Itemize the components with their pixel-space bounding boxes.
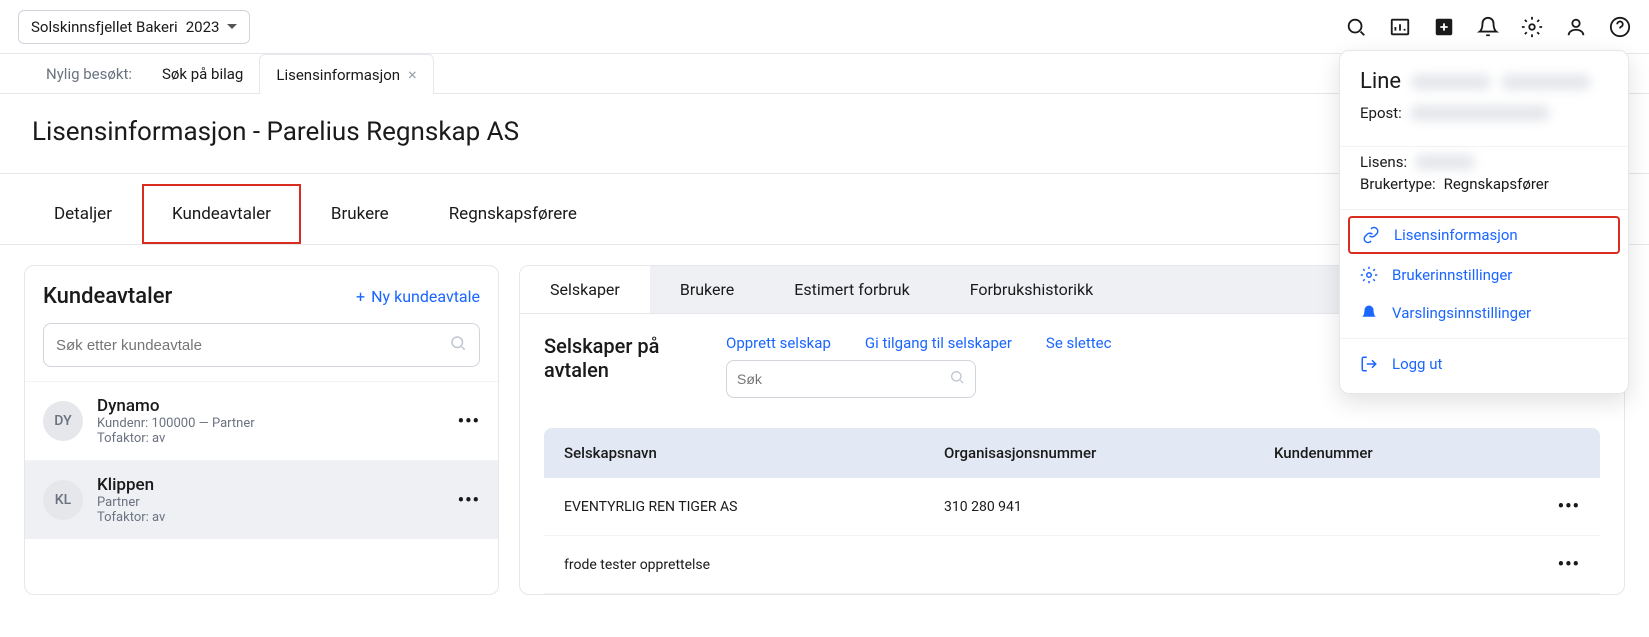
- avatar: DY: [43, 401, 83, 441]
- close-icon[interactable]: ×: [408, 65, 417, 84]
- menu-item-logout[interactable]: Logg ut: [1340, 345, 1628, 383]
- agreement-meta: Kundenr: 100000 — Partner: [97, 416, 444, 431]
- agreement-meta: Partner: [97, 495, 444, 510]
- avatar: KL: [43, 480, 83, 520]
- side-title: Kundeavtaler: [43, 284, 172, 309]
- grant-access-link[interactable]: Gi tilgang til selskaper: [865, 334, 1012, 352]
- row-more-icon[interactable]: •••: [1540, 496, 1580, 517]
- redacted: [1410, 105, 1550, 121]
- new-agreement-link[interactable]: + Ny kundeavtale: [356, 287, 480, 306]
- tab-lisensinformasjon[interactable]: Lisensinformasjon ×: [259, 54, 433, 94]
- menu-item-brukerinnstillinger[interactable]: Brukerinnstillinger: [1340, 256, 1628, 294]
- subtab-detaljer[interactable]: Detaljer: [24, 184, 142, 244]
- link-icon: [1362, 226, 1380, 244]
- menu-label: Logg ut: [1392, 355, 1442, 373]
- gear-icon: [1360, 266, 1378, 284]
- company-search-input[interactable]: [737, 371, 949, 387]
- create-company-link[interactable]: Opprett selskap: [726, 334, 831, 352]
- cell-name: frode tester opprettelse: [564, 557, 944, 573]
- inner-tab-selskaper[interactable]: Selskaper: [520, 266, 650, 313]
- bell-icon[interactable]: [1477, 16, 1499, 38]
- menu-item-varslingsinnstillinger[interactable]: Varslingsinnstillinger: [1340, 294, 1628, 332]
- company-year: 2023: [186, 18, 220, 36]
- company-name: Solskinnsfjellet Bakeri: [31, 18, 178, 36]
- user-icon[interactable]: [1565, 16, 1587, 38]
- redacted: [1411, 74, 1491, 90]
- type-label: Brukertype:: [1360, 175, 1436, 193]
- cell-name: EVENTYRLIG REN TIGER AS: [564, 499, 944, 515]
- companies-title: Selskaper på avtalen: [544, 334, 714, 382]
- bell-icon: [1360, 304, 1378, 322]
- inner-tab-estimert[interactable]: Estimert forbruk: [764, 266, 939, 313]
- table-row[interactable]: EVENTYRLIG REN TIGER AS 310 280 941 •••: [544, 478, 1600, 536]
- redacted: [1415, 154, 1475, 170]
- search-icon[interactable]: [1345, 16, 1367, 38]
- company-search[interactable]: [726, 360, 976, 398]
- agreement-name: Dynamo: [97, 396, 444, 416]
- redacted: [1501, 74, 1591, 90]
- subtab-regnskapsforere[interactable]: Regnskapsførere: [419, 184, 607, 244]
- menu-label: Lisensinformasjon: [1394, 226, 1518, 244]
- search-icon: [949, 369, 965, 389]
- user-menu: Line Epost: Lisens: Brukertype: Regnskap…: [1339, 50, 1629, 394]
- menu-label: Varslingsinnstillinger: [1392, 304, 1531, 322]
- agreement-meta: Tofaktor: av: [97, 510, 444, 525]
- agreement-search[interactable]: [43, 323, 480, 367]
- plus-icon: +: [356, 287, 365, 306]
- search-icon: [449, 334, 467, 356]
- inner-tab-historikk[interactable]: Forbrukshistorikk: [940, 266, 1124, 313]
- agreement-item[interactable]: KL Klippen Partner Tofaktor: av •••: [25, 460, 498, 539]
- col-selskapsnavn: Selskapsnavn: [564, 444, 944, 462]
- more-icon[interactable]: •••: [458, 490, 480, 511]
- user-name: Line: [1360, 69, 1401, 94]
- col-kundenr: Kundenummer: [1274, 444, 1540, 462]
- more-icon[interactable]: •••: [458, 411, 480, 432]
- chevron-down-icon: [227, 24, 237, 29]
- add-icon[interactable]: [1433, 16, 1455, 38]
- agreement-name: Klippen: [97, 475, 444, 495]
- cell-org: 310 280 941: [944, 499, 1274, 515]
- type-value: Regnskapsfører: [1444, 175, 1549, 193]
- tab-label: Lisensinformasjon: [276, 66, 400, 84]
- row-more-icon[interactable]: •••: [1540, 554, 1580, 575]
- help-icon[interactable]: [1609, 16, 1631, 38]
- new-agreement-label: Ny kundeavtale: [371, 287, 480, 306]
- page-title: Lisensinformasjon - Parelius Regnskap AS: [32, 117, 519, 147]
- agreement-item[interactable]: DY Dynamo Kundenr: 100000 — Partner Tofa…: [25, 381, 498, 460]
- menu-label: Brukerinnstillinger: [1392, 266, 1512, 284]
- company-selector[interactable]: Solskinnsfjellet Bakeri 2023: [18, 10, 250, 44]
- subtab-kundeavtaler[interactable]: Kundeavtaler: [142, 184, 301, 244]
- license-label: Lisens:: [1360, 153, 1407, 171]
- menu-item-lisensinformasjon[interactable]: Lisensinformasjon: [1348, 216, 1620, 254]
- table-row[interactable]: frode tester opprettelse •••: [544, 536, 1600, 594]
- subtab-brukere[interactable]: Brukere: [301, 184, 419, 244]
- agreement-search-input[interactable]: [56, 337, 449, 354]
- agreement-meta: Tofaktor: av: [97, 431, 444, 446]
- logout-icon: [1360, 355, 1378, 373]
- col-orgnr: Organisasjonsnummer: [944, 444, 1274, 462]
- inner-tab-brukere[interactable]: Brukere: [650, 266, 764, 313]
- dashboard-icon[interactable]: [1389, 16, 1411, 38]
- email-label: Epost:: [1360, 104, 1402, 122]
- see-deleted-link[interactable]: Se slettec: [1046, 334, 1112, 352]
- recent-item[interactable]: Søk på bilag: [146, 55, 259, 93]
- gear-icon[interactable]: [1521, 16, 1543, 38]
- recent-label: Nylig besøkt:: [32, 55, 146, 93]
